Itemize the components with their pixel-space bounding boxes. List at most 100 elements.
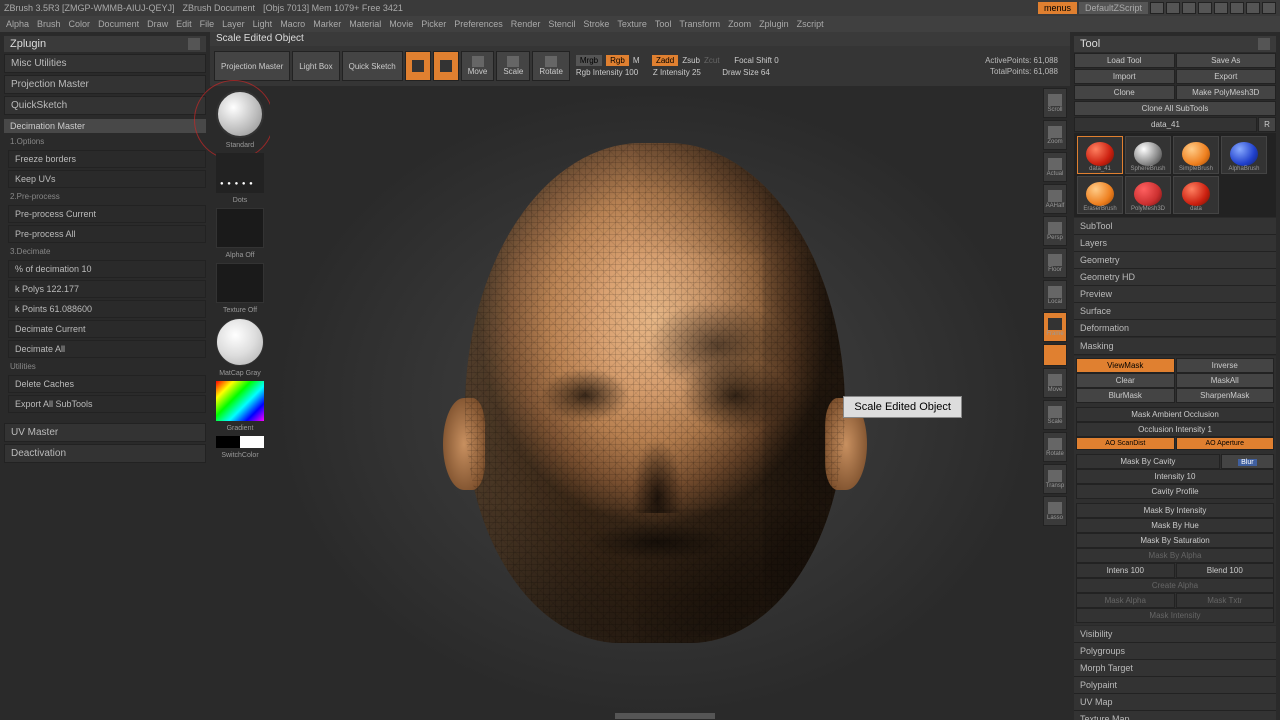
nav-persp-button[interactable]: Persp — [1043, 216, 1067, 246]
section-deformation[interactable]: Deformation — [1074, 320, 1276, 337]
rgb-intensity-slider[interactable]: Rgb Intensity 100 — [576, 68, 638, 77]
scale-mode-button[interactable]: Scale — [496, 51, 530, 81]
ao-scandist[interactable]: AO ScanDist — [1076, 437, 1175, 450]
menu-preferences[interactable]: Preferences — [454, 19, 503, 29]
focal-shift-slider[interactable]: Focal Shift 0 — [734, 56, 778, 65]
section-polygroups[interactable]: Polygroups — [1074, 643, 1276, 660]
tool-thumb-data[interactable]: data — [1173, 176, 1219, 214]
section-morph-target[interactable]: Morph Target — [1074, 660, 1276, 677]
tool-thumb-spherebrush[interactable]: SphereBrush — [1125, 136, 1171, 174]
draw-button[interactable] — [433, 51, 459, 81]
blur-tag[interactable]: Blur — [1238, 459, 1256, 466]
save-as-button[interactable]: Save As — [1176, 53, 1277, 68]
z-intensity-slider[interactable]: Z Intensity 25 — [653, 68, 701, 77]
nav-scale-button[interactable]: Scale — [1043, 400, 1067, 430]
menu-movie[interactable]: Movie — [389, 19, 413, 29]
color-picker[interactable] — [216, 381, 264, 421]
tool-thumb-polymesh3d[interactable]: PolyMesh3D — [1125, 176, 1171, 214]
decimation-percent[interactable]: % of decimation 10 — [8, 260, 206, 278]
menu-transform[interactable]: Transform — [679, 19, 720, 29]
menu-zoom[interactable]: Zoom — [728, 19, 751, 29]
export-all-subtools[interactable]: Export All SubTools — [8, 395, 206, 413]
section-uv-map[interactable]: UV Map — [1074, 694, 1276, 711]
decimate-current[interactable]: Decimate Current — [8, 320, 206, 338]
section-visibility[interactable]: Visibility — [1074, 626, 1276, 643]
clone-button[interactable]: Clone — [1074, 85, 1175, 100]
menu-macro[interactable]: Macro — [280, 19, 305, 29]
mask-by-saturation[interactable]: Mask By Saturation — [1076, 533, 1274, 548]
nav-transp-button[interactable]: Transp — [1043, 464, 1067, 494]
export-button[interactable]: Export — [1176, 69, 1277, 84]
mask-by-cavity[interactable]: Mask By Cavity — [1076, 454, 1220, 469]
maskall-button[interactable]: MaskAll — [1176, 373, 1275, 388]
tool-panel-header[interactable]: Tool — [1074, 36, 1276, 52]
menu-stroke[interactable]: Stroke — [583, 19, 609, 29]
sharpenmask-button[interactable]: SharpenMask — [1176, 388, 1275, 403]
zsub-button[interactable]: Zsub — [682, 56, 700, 65]
tool-thumb-simplebrush[interactable]: SimpleBrush — [1173, 136, 1219, 174]
inverse-button[interactable]: Inverse — [1176, 358, 1275, 373]
tool-thumb-data_41[interactable]: data_41 — [1077, 136, 1123, 174]
nav-actual-button[interactable]: Actual — [1043, 152, 1067, 182]
quicksketch[interactable]: QuickSketch — [4, 96, 206, 115]
keep-uvs[interactable]: Keep UVs — [8, 170, 206, 188]
minimize-button[interactable] — [1230, 2, 1244, 14]
draw-size-slider[interactable]: Draw Size 64 — [722, 68, 770, 77]
menu-material[interactable]: Material — [349, 19, 381, 29]
menu-alpha[interactable]: Alpha — [6, 19, 29, 29]
ao-aperture[interactable]: AO Aperture — [1176, 437, 1275, 450]
blend-slider[interactable]: Blend 100 — [1176, 563, 1275, 578]
menu-tool[interactable]: Tool — [655, 19, 672, 29]
nav-solo-button[interactable] — [1043, 344, 1067, 366]
section-surface[interactable]: Surface — [1074, 303, 1276, 320]
uv-master[interactable]: UV Master — [4, 423, 206, 442]
move-mode-button[interactable]: Move — [461, 51, 495, 81]
k-points[interactable]: k Points 61.088600 — [8, 300, 206, 318]
section-geometry[interactable]: Geometry — [1074, 252, 1276, 269]
menu-light[interactable]: Light — [253, 19, 273, 29]
arrow-icon[interactable] — [1258, 38, 1270, 50]
menu-layer[interactable]: Layer — [222, 19, 245, 29]
clone-all-subtools-button[interactable]: Clone All SubTools — [1074, 101, 1276, 116]
mrgb-button[interactable]: Mrgb — [576, 55, 602, 66]
maximize-button[interactable] — [1246, 2, 1260, 14]
zplugin-header[interactable]: Zplugin — [4, 36, 206, 52]
tool-thumb-eraserbrush[interactable]: EraserBrush — [1077, 176, 1123, 214]
window-button[interactable] — [1182, 2, 1196, 14]
zadd-button[interactable]: Zadd — [652, 55, 678, 66]
zcut-button[interactable]: Zcut — [704, 56, 720, 65]
projection-master-button[interactable]: Projection Master — [214, 51, 290, 81]
menu-marker[interactable]: Marker — [313, 19, 341, 29]
masking-header[interactable]: Masking — [1074, 338, 1276, 355]
window-button[interactable] — [1166, 2, 1180, 14]
section-polypaint[interactable]: Polypaint — [1074, 677, 1276, 694]
k-polys[interactable]: k Polys 122.177 — [8, 280, 206, 298]
default-zscript[interactable]: DefaultZScript — [1079, 2, 1148, 14]
window-button[interactable] — [1214, 2, 1228, 14]
window-button[interactable] — [1198, 2, 1212, 14]
cavity-profile[interactable]: Cavity Profile — [1076, 484, 1274, 499]
alpha-swatch[interactable] — [216, 208, 264, 248]
menu-picker[interactable]: Picker — [421, 19, 446, 29]
cavity-intensity[interactable]: Intensity 10 — [1076, 469, 1274, 484]
nav-zoom-button[interactable]: Zoom — [1043, 120, 1067, 150]
texture-swatch[interactable] — [216, 263, 264, 303]
intens-slider[interactable]: Intens 100 — [1076, 563, 1175, 578]
section-preview[interactable]: Preview — [1074, 286, 1276, 303]
nav-lasso-button[interactable]: Lasso — [1043, 496, 1067, 526]
section-texture-map[interactable]: Texture Map — [1074, 711, 1276, 720]
color-swatches[interactable] — [216, 436, 264, 448]
mask-by-hue[interactable]: Mask By Hue — [1076, 518, 1274, 533]
tool-thumb-alphabrush[interactable]: AlphaBrush — [1221, 136, 1267, 174]
switch-color[interactable]: SwitchColor — [221, 452, 258, 459]
model-head[interactable] — [445, 133, 865, 673]
menu-edit[interactable]: Edit — [176, 19, 192, 29]
rgb-button[interactable]: Rgb — [606, 55, 629, 66]
menu-render[interactable]: Render — [511, 19, 541, 29]
window-button[interactable] — [1150, 2, 1164, 14]
menu-zscript[interactable]: Zscript — [797, 19, 824, 29]
deactivation[interactable]: Deactivation — [4, 444, 206, 463]
menu-color[interactable]: Color — [69, 19, 91, 29]
rotate-mode-button[interactable]: Rotate — [532, 51, 570, 81]
clear-button[interactable]: Clear — [1076, 373, 1175, 388]
